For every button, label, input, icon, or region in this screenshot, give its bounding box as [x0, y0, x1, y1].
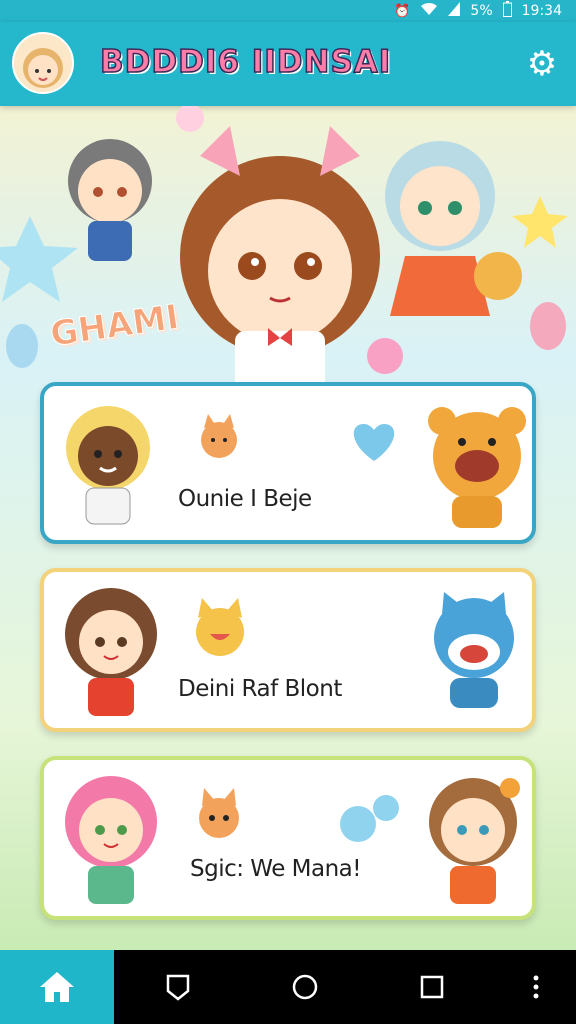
back-button[interactable]	[114, 950, 241, 1024]
back-icon	[166, 974, 189, 1001]
app-title: BDDDI6 IIDNSAI	[99, 43, 392, 81]
list-item[interactable]: Deini Raf Blont	[40, 568, 536, 732]
app-bar: BDDDI6 IIDNSAI ⚙	[0, 22, 576, 106]
character-illustration	[66, 406, 150, 525]
mascot-illustration	[434, 592, 514, 708]
settings-button[interactable]: ⚙	[522, 44, 562, 84]
heart-icon	[353, 424, 395, 461]
home-circle-icon	[292, 974, 318, 1000]
recents-button[interactable]	[369, 950, 496, 1024]
wifi-icon	[420, 2, 438, 20]
home-tab[interactable]	[0, 950, 114, 1024]
cat-icon	[199, 788, 239, 838]
more-icon	[533, 975, 539, 999]
card-label: Sgic: We Mana!	[190, 856, 361, 882]
gear-icon: ⚙	[526, 44, 558, 84]
character-illustration	[65, 588, 157, 716]
battery-icon	[502, 1, 512, 21]
bottom-nav-bar	[0, 950, 576, 1024]
signal-icon	[448, 2, 461, 20]
home-icon	[40, 972, 74, 1002]
alarm-icon: ⏰	[394, 3, 411, 19]
mascot-illustration	[428, 407, 526, 528]
character-illustration	[65, 776, 157, 904]
hero-illustration: GHAMI	[0, 106, 576, 386]
list-item[interactable]: Ounie I Beje	[40, 382, 536, 544]
clock: 19:34	[521, 3, 562, 19]
home-button[interactable]	[241, 950, 368, 1024]
character-illustration	[429, 778, 520, 904]
card-label: Deini Raf Blont	[178, 676, 342, 702]
status-bar: ⏰ 5% 19:34	[0, 0, 576, 22]
battery-percent: 5%	[470, 3, 493, 19]
cat-icon	[201, 414, 237, 458]
dog-icon	[196, 598, 244, 656]
bubbles-icon	[340, 795, 399, 842]
more-button[interactable]	[496, 950, 576, 1024]
list-item[interactable]: Sgic: We Mana!	[40, 756, 536, 920]
avatar[interactable]	[12, 32, 74, 94]
card-label: Ounie I Beje	[178, 486, 312, 512]
recents-icon	[421, 975, 444, 999]
